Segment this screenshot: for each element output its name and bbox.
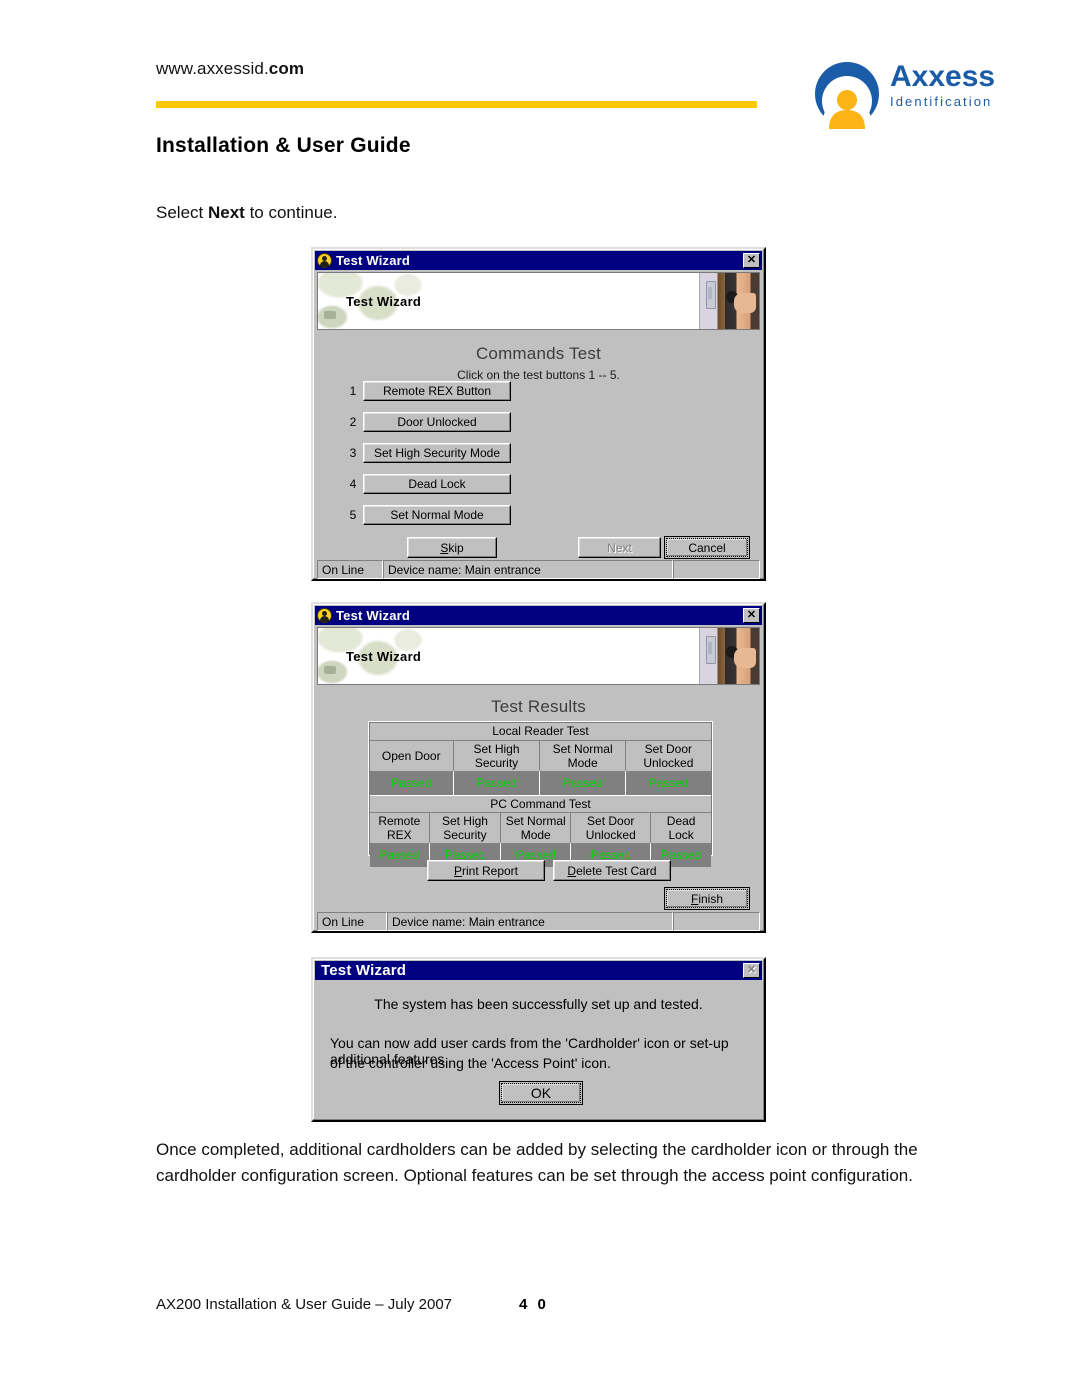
col-pc-set-high-security: Set High Security (430, 813, 502, 843)
axxess-logo: Axxess Identification (812, 57, 1028, 133)
test-button-door-unlocked[interactable]: Door Unlocked (363, 412, 511, 432)
status-device-name: Device name: Main entrance (387, 912, 673, 931)
finish-accel: F (690, 891, 699, 906)
test-index-2: 2 (349, 415, 357, 429)
finish-button[interactable]: Finish (664, 887, 750, 910)
cancel-button-inner: Cancel (666, 538, 748, 557)
col-set-door-unlocked: Set Door Unlocked (643, 742, 694, 770)
dialog-heading: Commands Test (475, 344, 602, 363)
banner-door-reader-photo (699, 628, 759, 684)
site-url-plain: www.axxessid. (156, 59, 269, 78)
status-bar: On Line Device name: Main entrance (317, 560, 760, 579)
result-set-high-security: Passed (454, 771, 541, 795)
print-report-button[interactable]: Print Report (427, 860, 545, 881)
delete-test-card-label: Delete Test Card (567, 863, 657, 878)
test-index-4: 4 (349, 477, 357, 491)
titlebar-title: Test Wizard (336, 253, 411, 268)
close-icon[interactable]: ✕ (743, 963, 760, 978)
test-button-dead-lock[interactable]: Dead Lock (363, 474, 511, 494)
site-url: www.axxessid.com (156, 59, 304, 79)
test-index-1: 1 (349, 384, 357, 398)
closing-paragraph: Once completed, additional cardholders c… (156, 1140, 918, 1185)
table-result-row-local-reader: Passed Passed Passed Passed (370, 771, 711, 795)
test-button-set-high-security-mode[interactable]: Set High Security Mode (363, 443, 511, 463)
close-icon[interactable]: ✕ (743, 253, 760, 268)
status-extra (673, 912, 760, 931)
dialog-commands-test: Test Wizard ✕ Test Wizard Commands Test … (311, 247, 766, 581)
logo-tagline-text: Identification (890, 94, 993, 109)
titlebar: Test Wizard ✕ (315, 606, 762, 625)
table-header-row-pc-command: Remote REX Set High Security Set Normal … (370, 813, 711, 843)
footer-doc-reference: AX200 Installation & User Guide – July 2… (156, 1296, 453, 1313)
wizard-banner: Test Wizard (317, 627, 760, 685)
footer-page-number: 4 0 (519, 1296, 549, 1313)
header-rule (156, 101, 757, 108)
col-set-normal-mode: Set Normal Mode (540, 741, 626, 771)
col-dead-lock: Dead Lock (666, 814, 696, 842)
axxess-logo-mark (815, 62, 879, 129)
status-online: On Line (317, 560, 383, 579)
table-header-row-local-reader: Open Door Set High Security Set Normal M… (370, 741, 711, 771)
delete-accel: D (567, 863, 577, 878)
col-open-door: Open Door (370, 741, 454, 771)
delete-test-card-button[interactable]: Delete Test Card (553, 860, 671, 881)
status-bar: On Line Device name: Main entrance (317, 912, 760, 931)
test-button-set-normal-mode[interactable]: Set Normal Mode (363, 505, 511, 525)
col-remote-rex: Remote REX (370, 813, 430, 843)
success-message: The system has been successfully set up … (374, 996, 703, 1012)
dialog-setup-complete: Test Wizard ✕ The system has been succes… (311, 957, 766, 1122)
intro-bold: Next (207, 203, 245, 222)
ok-button-inner: OK (501, 1083, 581, 1103)
banner-title: Test Wizard (346, 294, 422, 309)
next-button[interactable]: Next (578, 537, 661, 558)
titlebar-title: Test Wizard (336, 608, 411, 623)
result-open-door: Passed (370, 771, 454, 795)
titlebar-title: Test Wizard (321, 962, 407, 979)
skip-button[interactable]: Skip (407, 537, 497, 558)
result-remote-rex: Passed (370, 843, 430, 867)
site-url-bold: com (268, 59, 305, 78)
skip-accel: S (440, 540, 449, 555)
wizard-banner: Test Wizard (317, 272, 760, 330)
col-pc-set-door-unlocked: Set Door Unlocked (571, 813, 652, 843)
status-extra (673, 560, 760, 579)
detail-message-line2: of the controller using the 'Access Poin… (330, 1055, 611, 1071)
dialog-subheading: Click on the test buttons 1 -- 5. (457, 368, 620, 382)
cancel-button[interactable]: Cancel (664, 536, 750, 559)
ok-button[interactable]: OK (499, 1081, 583, 1105)
banner-door-reader-photo (699, 273, 759, 329)
col-set-high-security: Set High Security (454, 741, 541, 771)
intro-instruction: Select Next to continue. (156, 200, 337, 226)
page-header: www.axxessid.com Installation & User Gui… (0, 0, 1080, 175)
app-person-icon (317, 253, 332, 268)
result-set-normal-mode: Passed (540, 771, 626, 795)
titlebar: Test Wizard ✕ (315, 961, 762, 980)
print-accel: P (453, 863, 462, 878)
titlebar: Test Wizard ✕ (315, 251, 762, 270)
result-set-door-unlocked: Passed (648, 776, 689, 790)
logo-axxess-text: Axxess (890, 60, 996, 93)
skip-button-label: Skip (440, 540, 464, 555)
test-index-3: 3 (349, 446, 357, 460)
col-pc-set-normal-mode: Set Normal Mode (501, 813, 572, 843)
section-title-local-reader: Local Reader Test (370, 723, 711, 741)
dialog-test-results: Test Wizard ✕ Test Wizard Test Results L… (311, 602, 766, 933)
test-index-5: 5 (349, 508, 357, 522)
axxess-wordmark: Axxess Identification (890, 61, 1030, 110)
intro-before: Select (156, 203, 208, 222)
close-icon[interactable]: ✕ (743, 608, 760, 623)
status-device-name: Device name: Main entrance (383, 560, 673, 579)
print-report-label: Print Report (453, 863, 519, 878)
app-person-icon (317, 608, 332, 623)
page-title: Installation & User Guide (156, 134, 411, 157)
test-results-table: Local Reader Test Open Door Set High Sec… (369, 722, 712, 867)
status-online: On Line (317, 912, 387, 931)
finish-button-inner: Finish (666, 889, 748, 908)
section-title-pc-command: PC Command Test (370, 795, 711, 813)
dialog-heading: Test Results (491, 697, 586, 716)
banner-title: Test Wizard (346, 649, 422, 664)
finish-label: Finish (690, 891, 724, 906)
test-button-remote-rex[interactable]: Remote REX Button (363, 381, 511, 401)
intro-after: to continue. (244, 203, 338, 222)
